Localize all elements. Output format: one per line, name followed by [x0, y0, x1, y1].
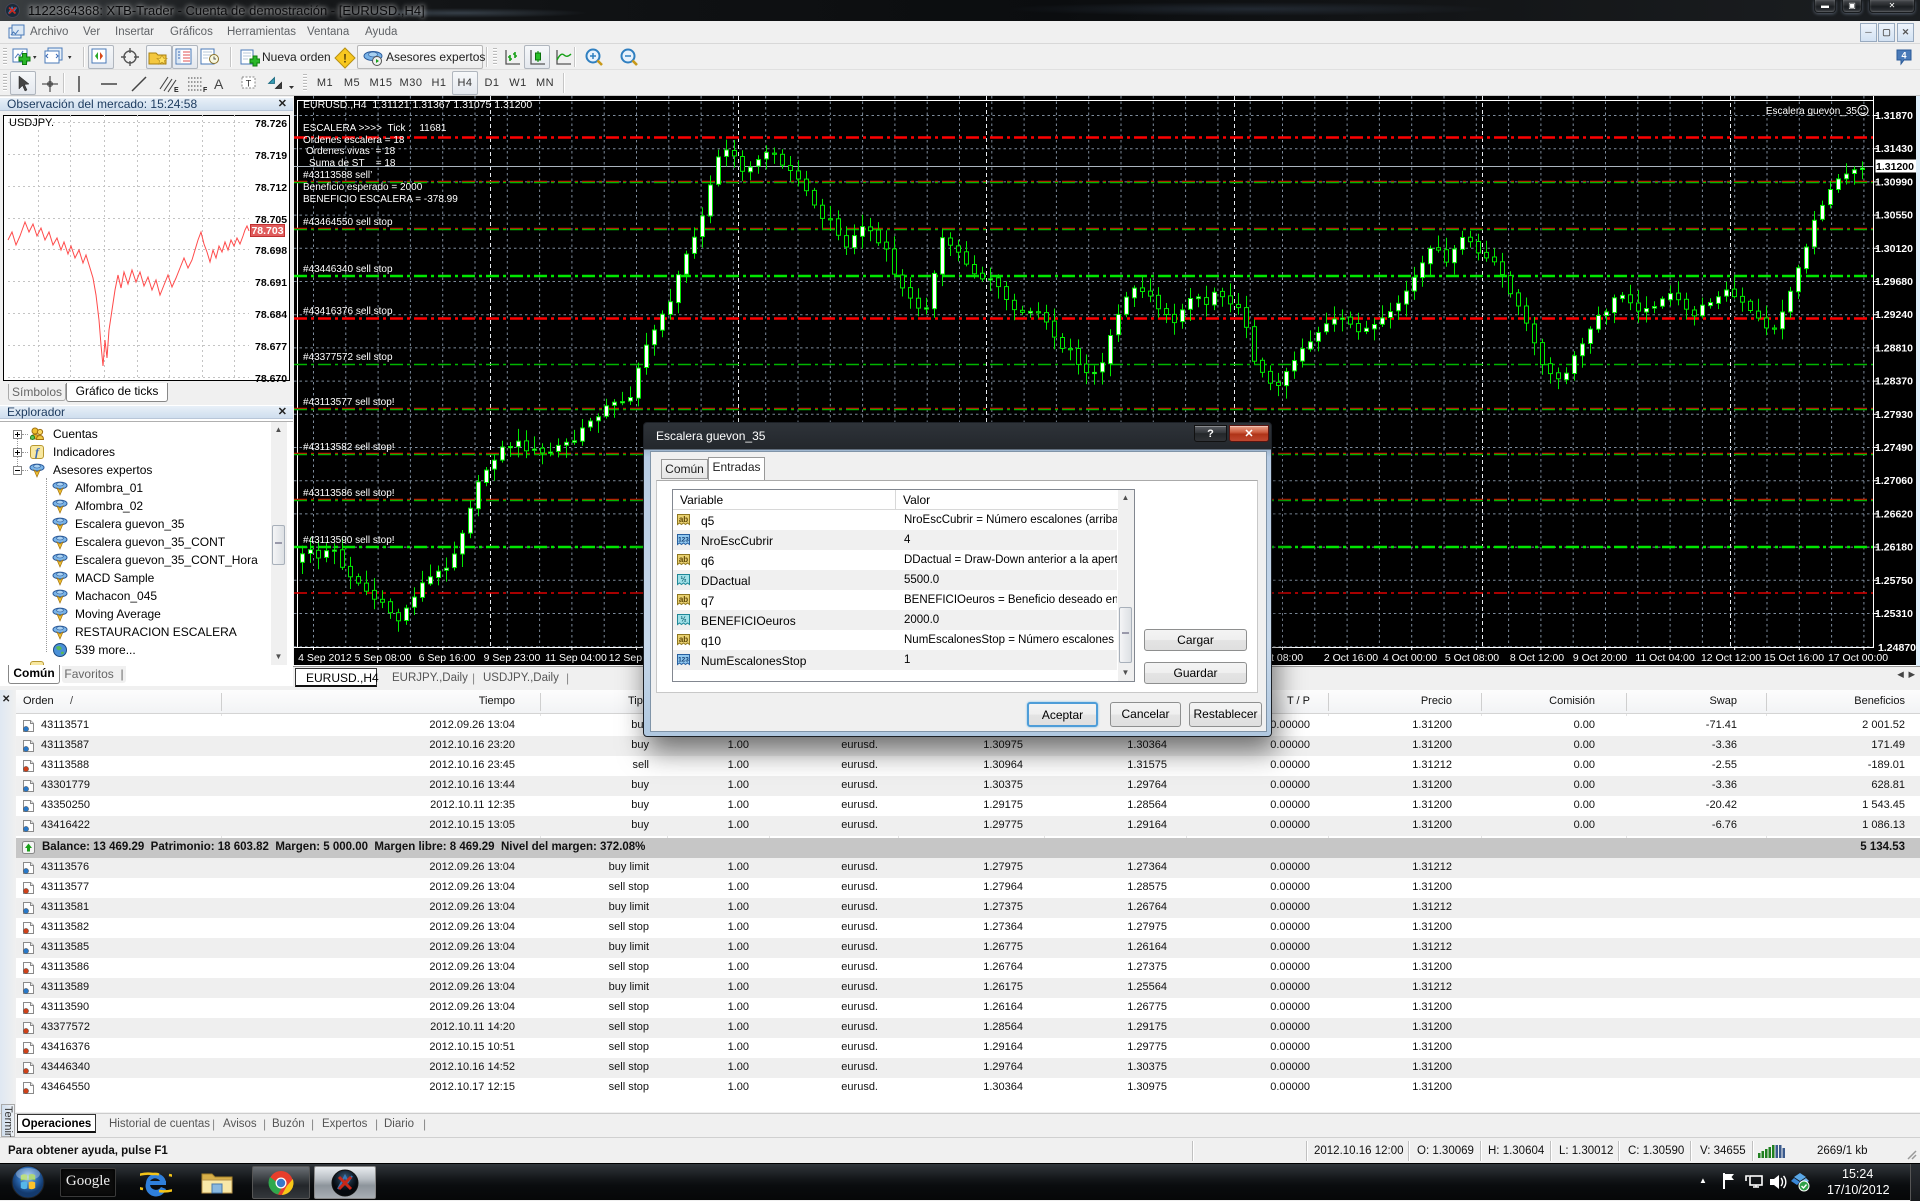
svg-text:9 Oct 20:00: 9 Oct 20:00	[1573, 652, 1627, 664]
svg-text:6 Sep 16:00: 6 Sep 16:00	[419, 652, 476, 664]
svg-text:#43113590 sell stop!: #43113590 sell stop!	[303, 535, 395, 546]
svg-text:9 Sep 23:00: 9 Sep 23:00	[484, 652, 541, 664]
svg-text:ab: ab	[679, 595, 688, 604]
svg-text:½: ½	[681, 576, 687, 584]
svg-text:ab: ab	[679, 635, 688, 644]
svg-text:1.25310: 1.25310	[1875, 608, 1913, 620]
svg-text:1.31430: 1.31430	[1875, 143, 1913, 155]
svg-text:ab: ab	[679, 555, 688, 564]
svg-text:Beneficio esperado = 2000: Beneficio esperado = 2000	[303, 182, 423, 193]
svg-text:#43113577 sell stop!: #43113577 sell stop!	[303, 397, 395, 408]
svg-text:1.29680: 1.29680	[1875, 276, 1913, 288]
svg-text:1.30550: 1.30550	[1875, 210, 1913, 222]
svg-text:1.30120: 1.30120	[1875, 243, 1913, 255]
svg-text:1.28370: 1.28370	[1875, 376, 1913, 388]
svg-text:F: F	[203, 87, 208, 94]
svg-text:123: 123	[678, 537, 689, 544]
svg-text:2 Oct 16:00: 2 Oct 16:00	[1324, 652, 1378, 664]
svg-text:1.27060: 1.27060	[1875, 475, 1913, 487]
svg-text:1.29240: 1.29240	[1875, 309, 1913, 321]
svg-text:½: ½	[681, 616, 687, 624]
svg-text:Escalera guevon_35: Escalera guevon_35	[1766, 106, 1858, 117]
svg-text:EURUSD.,H4 1.31121 1.31367 1.: EURUSD.,H4 1.31121 1.31367 1.31075 1.312…	[303, 99, 532, 111]
svg-text:Ordenes vivas = 18: Ordenes vivas = 18	[306, 146, 396, 157]
svg-text:ab: ab	[679, 515, 688, 524]
svg-text:1.30990: 1.30990	[1875, 176, 1913, 188]
svg-text:ESCALERA >>>> Tick : 11681: ESCALERA >>>> Tick : 11681	[303, 123, 447, 134]
svg-text:#43113582 sell stop!: #43113582 sell stop!	[303, 442, 395, 453]
svg-text:1.31200: 1.31200	[1876, 161, 1914, 173]
svg-text:12 Oct 12:00: 12 Oct 12:00	[1701, 652, 1761, 664]
svg-text:Suma de ST = 18: Suma de ST = 18	[309, 158, 396, 169]
svg-text:#43113586 sell stop!: #43113586 sell stop!	[303, 488, 395, 499]
svg-text:BENEFICIO ESCALERA = -378.99: BENEFICIO ESCALERA = -378.99	[303, 194, 458, 205]
svg-text:#43464550 sell stop: #43464550 sell stop	[303, 217, 393, 228]
svg-text:5 Sep 08:00: 5 Sep 08:00	[355, 652, 412, 664]
svg-text:T: T	[246, 79, 252, 89]
svg-text:5 Oct 08:00: 5 Oct 08:00	[1445, 652, 1499, 664]
svg-text:15 Oct 16:00: 15 Oct 16:00	[1764, 652, 1824, 664]
svg-text:#43113588 sell’: #43113588 sell’	[303, 170, 372, 181]
svg-text:11 Oct 04:00: 11 Oct 04:00	[1635, 652, 1695, 664]
svg-text:1.25750: 1.25750	[1875, 575, 1913, 587]
svg-text:1.26620: 1.26620	[1875, 508, 1913, 520]
svg-text:Ordenes escalera = 18: Ordenes escalera = 18	[303, 135, 405, 146]
svg-text:8 Oct 12:00: 8 Oct 12:00	[1510, 652, 1564, 664]
svg-text:4 Sep 2012: 4 Sep 2012	[298, 652, 352, 664]
svg-text:1.31870: 1.31870	[1875, 110, 1913, 122]
svg-text:1.27930: 1.27930	[1875, 409, 1913, 421]
svg-text:#43416376 sell stop: #43416376 sell stop	[303, 306, 393, 317]
svg-text:4: 4	[1901, 51, 1906, 61]
svg-text:4 Oct 00:00: 4 Oct 00:00	[1383, 652, 1437, 664]
svg-text:123: 123	[678, 657, 689, 664]
svg-text:1.27490: 1.27490	[1875, 442, 1913, 454]
svg-text:1.24870: 1.24870	[1878, 642, 1916, 654]
svg-text:#43377572 sell stop: #43377572 sell stop	[303, 352, 393, 363]
svg-text:!: !	[343, 52, 347, 66]
svg-text:1.26180: 1.26180	[1875, 542, 1913, 554]
svg-text:11 Sep 04:00: 11 Sep 04:00	[545, 652, 607, 664]
svg-text:1.28810: 1.28810	[1875, 342, 1913, 354]
svg-text:E: E	[174, 87, 179, 94]
svg-text:#43446340 sell stop: #43446340 sell stop	[303, 264, 393, 275]
